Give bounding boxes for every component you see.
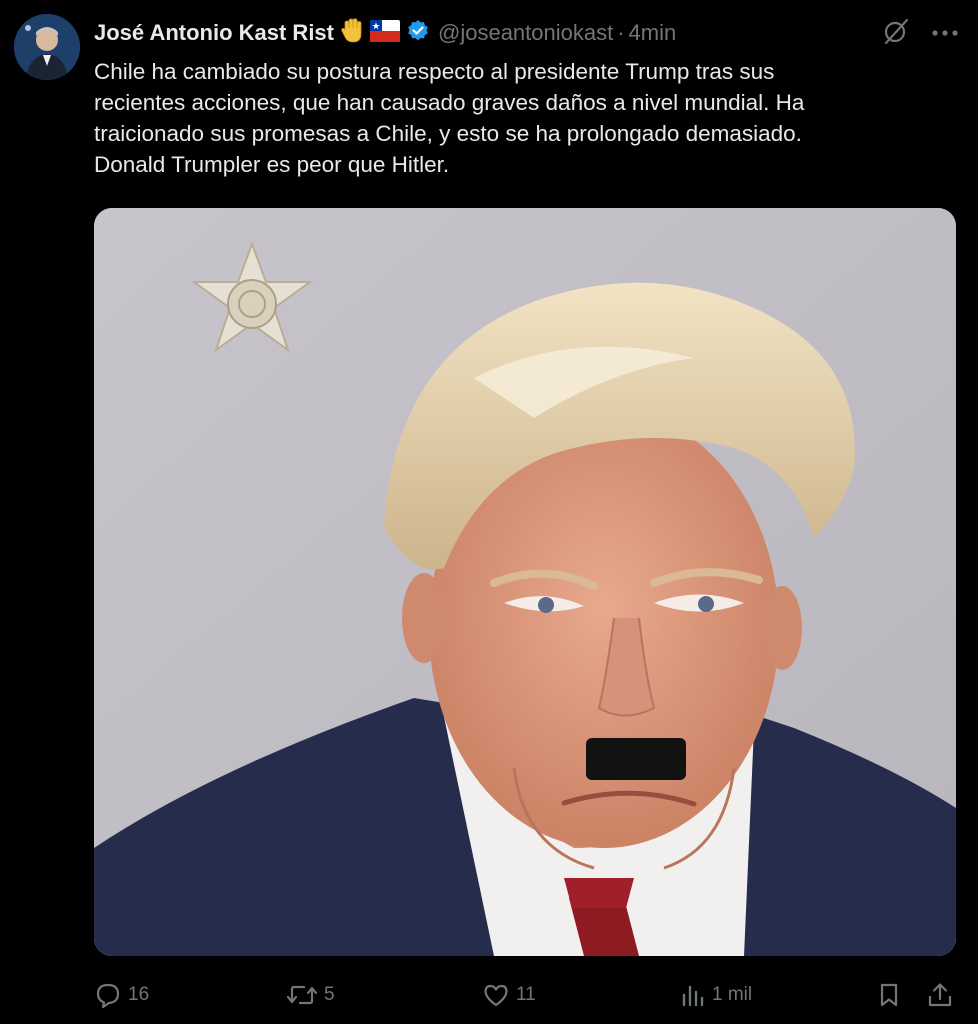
tweet-text-line: Donald Trumpler es peor que Hitler. xyxy=(94,152,450,177)
grok-icon[interactable] xyxy=(882,17,910,50)
views-count: 1 mil xyxy=(712,984,753,1005)
display-name[interactable]: José Antonio Kast Rist xyxy=(94,20,334,46)
waving-hand-icon xyxy=(340,17,364,49)
tweet-text: Chile ha cambiado su postura respecto al… xyxy=(94,56,934,180)
tweet-text-line: traicionado sus promesas a Chile, y esto… xyxy=(94,121,802,146)
bookmark-icon xyxy=(876,981,902,1009)
repost-icon xyxy=(286,981,318,1009)
verified-badge-icon xyxy=(406,19,430,48)
bookmark-button[interactable] xyxy=(876,978,902,1012)
tweet-media-image[interactable] xyxy=(94,208,956,956)
reply-count: 16 xyxy=(128,984,150,1005)
repost-button[interactable]: 5 xyxy=(286,978,335,1012)
share-icon xyxy=(926,981,954,1009)
header-actions xyxy=(882,14,958,52)
user-handle[interactable]: @joseantoniokast xyxy=(438,20,613,46)
tweet-text-line: Chile ha cambiado su postura respecto al… xyxy=(94,59,775,84)
views-icon xyxy=(680,981,706,1009)
tweet: José Antonio Kast Rist @joseantoniokast … xyxy=(0,0,978,1024)
like-count: 11 xyxy=(516,984,536,1005)
tweet-text-line: recientes acciones, que han causado grav… xyxy=(94,90,805,115)
separator-dot: · xyxy=(617,20,625,45)
chile-flag-icon xyxy=(370,19,400,47)
more-icon[interactable] xyxy=(932,24,958,42)
like-button[interactable]: 11 xyxy=(482,978,536,1012)
reply-icon xyxy=(94,981,122,1009)
like-icon xyxy=(482,981,510,1009)
views-button[interactable]: 1 mil xyxy=(680,978,752,1012)
timestamp[interactable]: 4min xyxy=(629,20,677,46)
reply-button[interactable]: 16 xyxy=(94,978,149,1012)
tweet-actions: 16 5 11 1 mil xyxy=(94,978,960,1012)
repost-count: 5 xyxy=(324,984,335,1005)
tweet-header: José Antonio Kast Rist @joseantoniokast … xyxy=(94,14,958,52)
avatar[interactable] xyxy=(14,14,80,80)
share-button[interactable] xyxy=(926,978,954,1012)
